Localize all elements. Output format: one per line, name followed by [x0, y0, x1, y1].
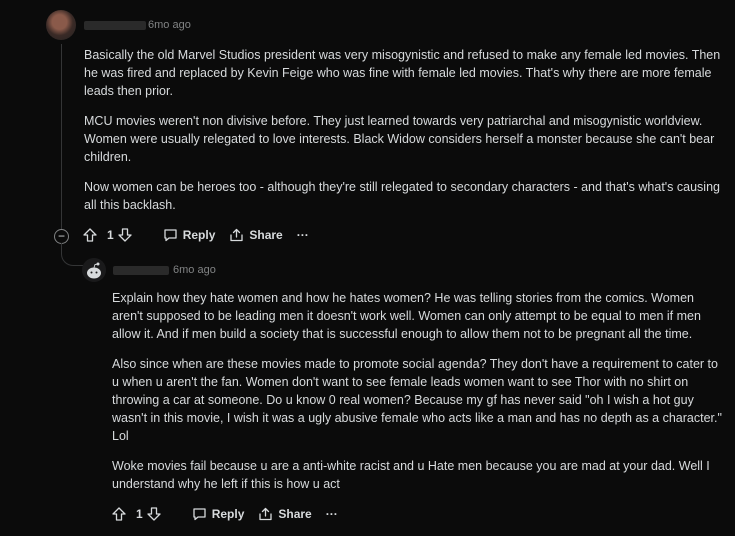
comment-paragraph: MCU movies weren't non divisive before. …: [84, 114, 715, 164]
comment-paragraph: Explain how they hate women and how he h…: [112, 291, 701, 341]
vote-count: 1: [136, 507, 143, 521]
reply-button[interactable]: Reply: [192, 507, 245, 521]
vote-group: 1: [112, 507, 166, 521]
comment-paragraph: Now women can be heroes too - although t…: [84, 180, 720, 212]
reply-button[interactable]: Reply: [163, 228, 216, 242]
comment-age: 6mo ago: [173, 264, 216, 276]
vote-group: 1: [83, 228, 137, 242]
default-avatar-icon: [82, 258, 106, 282]
comment-paragraph: Basically the old Marvel Studios preside…: [84, 48, 721, 98]
redacted-username[interactable]: [113, 265, 169, 275]
more-options-button[interactable]: ···: [326, 507, 338, 521]
downvote-icon[interactable]: [147, 507, 161, 521]
upvote-icon[interactable]: [83, 228, 97, 242]
share-button[interactable]: Share: [229, 228, 283, 242]
thread-branch: [61, 243, 84, 266]
collapse-icon: −: [57, 229, 65, 243]
share-label: Share: [249, 228, 283, 242]
comment-meta: 6mo ago: [113, 264, 216, 276]
comment-meta: 6mo ago: [84, 19, 191, 31]
share-icon: [230, 228, 244, 242]
vote-count: 1: [107, 228, 114, 242]
comment-paragraph: Woke movies fail because u are a anti-wh…: [112, 459, 710, 491]
reply-icon: [193, 508, 206, 521]
more-icon: ···: [296, 228, 309, 242]
reply-label: Reply: [182, 228, 216, 242]
redacted-username[interactable]: [84, 20, 146, 30]
avatar[interactable]: [46, 10, 76, 40]
comment-paragraph: Also since when are these movies made to…: [112, 357, 722, 443]
more-options-button[interactable]: ···: [297, 228, 309, 242]
share-button[interactable]: Share: [258, 507, 312, 521]
share-icon: [259, 507, 273, 521]
comment-body: Explain how they hate women and how he h…: [112, 289, 724, 505]
avatar[interactable]: [82, 258, 106, 282]
comment-actions: 1 Reply Share ···: [112, 507, 352, 521]
share-label: Share: [278, 507, 312, 521]
downvote-icon[interactable]: [118, 228, 132, 242]
thread-line[interactable]: [61, 44, 62, 230]
collapse-button[interactable]: −: [54, 229, 69, 244]
comment-age: 6mo ago: [148, 19, 191, 31]
more-icon: ···: [325, 507, 338, 521]
reply-icon: [164, 229, 177, 242]
upvote-icon[interactable]: [112, 507, 126, 521]
reply-label: Reply: [211, 507, 245, 521]
comment-actions: 1 Reply Share ···: [83, 228, 323, 242]
comment-body: Basically the old Marvel Studios preside…: [84, 46, 724, 226]
